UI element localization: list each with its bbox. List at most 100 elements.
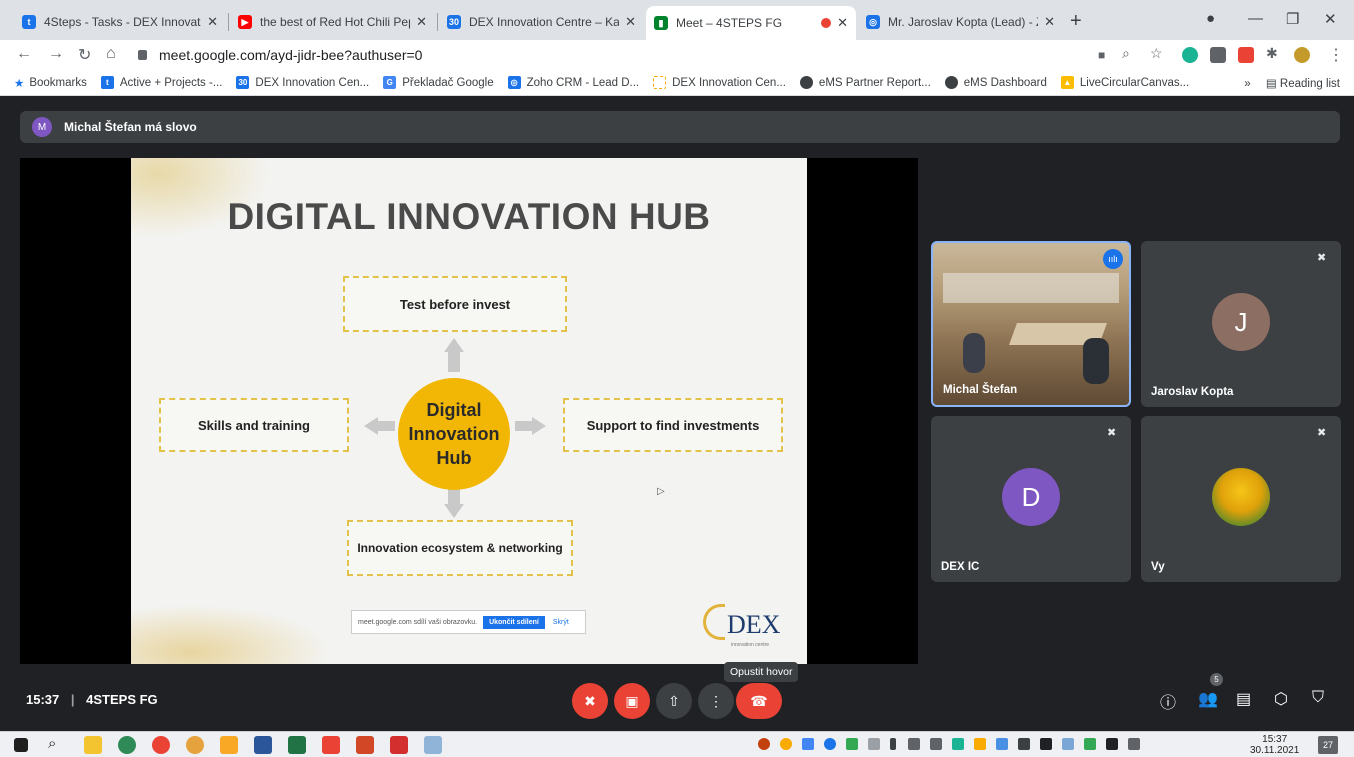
- present-button[interactable]: ⇧: [656, 683, 692, 719]
- tab-youtube[interactable]: ▶ the best of Red Hot Chili Peppers ✕: [230, 7, 435, 37]
- tray-icon[interactable]: [868, 738, 880, 750]
- camera-off-icon: ▣: [625, 692, 639, 709]
- mail-icon[interactable]: [1238, 47, 1254, 63]
- hide-button[interactable]: Skrýt: [553, 619, 569, 626]
- tab-4steps[interactable]: t 4Steps - Tasks - DEX Innovation C ✕: [14, 7, 226, 37]
- menu-icon[interactable]: ⋮: [1328, 45, 1344, 65]
- people-icon[interactable]: 👥: [1198, 689, 1218, 709]
- meet-main: M Michal Štefan má slovo DIGITAL INNOVAT…: [0, 97, 1354, 731]
- maximize-button[interactable]: ❐: [1286, 10, 1299, 28]
- zoom-icon[interactable]: ⌕: [1122, 45, 1130, 62]
- close-icon[interactable]: ✕: [207, 14, 218, 30]
- back-icon[interactable]: ←: [16, 45, 32, 63]
- t-favicon: t: [100, 76, 114, 89]
- battery-icon[interactable]: [1106, 738, 1118, 750]
- chat-icon[interactable]: ▤: [1236, 689, 1251, 709]
- camera-toggle-button[interactable]: ▣: [614, 683, 650, 719]
- acrobat-icon[interactable]: [390, 736, 408, 754]
- mic-off-icon: ✖: [1317, 427, 1327, 439]
- participant-tile[interactable]: ıılı Michal Štefan: [931, 241, 1131, 407]
- close-window-button[interactable]: ✕: [1324, 10, 1337, 28]
- wifi-icon[interactable]: [1128, 738, 1140, 750]
- lock-icon: [138, 50, 147, 60]
- reading-list-button[interactable]: » ▤ Reading list: [1244, 76, 1340, 90]
- mic-toggle-button[interactable]: ✖: [572, 683, 608, 719]
- app-icon[interactable]: [424, 736, 442, 754]
- participant-tile[interactable]: ✖ D DEX IC: [931, 416, 1131, 582]
- bookmark-item[interactable]: eMS Partner Report...: [799, 76, 931, 89]
- loading-favicon: [653, 76, 667, 89]
- bookmark-item[interactable]: ▲ LiveCircularCanvas...: [1060, 76, 1189, 89]
- avatar[interactable]: [1294, 47, 1310, 63]
- camera-icon[interactable]: ■: [1098, 48, 1105, 62]
- participant-tile[interactable]: ✖ Vy: [1141, 416, 1341, 582]
- search-icon[interactable]: ⌕: [48, 735, 56, 752]
- profile-icon[interactable]: ●: [1206, 10, 1215, 27]
- tray-icon[interactable]: [1018, 738, 1030, 750]
- bookmark-item[interactable]: t Active + Projects -...: [100, 76, 222, 89]
- edge-icon[interactable]: [118, 736, 136, 754]
- mic-off-icon: ✖: [1107, 427, 1117, 439]
- bookmark-item[interactable]: G Překladač Google: [383, 76, 494, 89]
- taskbar-clock[interactable]: 15:37 30.11.2021: [1250, 734, 1299, 756]
- bluetooth-icon[interactable]: [824, 738, 836, 750]
- more-options-button[interactable]: ⋮: [698, 683, 734, 719]
- home-icon[interactable]: ⌂: [106, 45, 116, 63]
- avatar: J: [1212, 293, 1270, 351]
- grammarly-icon[interactable]: [1182, 47, 1198, 63]
- app-icon[interactable]: [220, 736, 238, 754]
- drive-icon[interactable]: [802, 738, 814, 750]
- tray-icon[interactable]: [1040, 738, 1052, 750]
- tray-icon[interactable]: [1062, 738, 1074, 750]
- tab-calendar[interactable]: 30 DEX Innovation Centre – Kalendář ✕: [439, 7, 644, 37]
- chrome-icon[interactable]: [152, 736, 170, 754]
- word-icon[interactable]: [254, 736, 272, 754]
- leave-call-button[interactable]: ☎: [736, 683, 782, 719]
- close-icon[interactable]: ✕: [837, 15, 848, 31]
- calendar-favicon: 30: [447, 15, 461, 29]
- bookmark-item[interactable]: DEX Innovation Cen...: [653, 76, 786, 89]
- activities-icon[interactable]: ⬡: [1274, 689, 1288, 709]
- participant-tile[interactable]: ✖ J Jaroslav Kopta: [1141, 241, 1341, 407]
- youtube-favicon: ▶: [238, 15, 252, 29]
- bookmark-item[interactable]: 30 DEX Innovation Cen...: [236, 76, 369, 89]
- network-icon[interactable]: [908, 738, 920, 750]
- stop-sharing-button[interactable]: Ukončit sdílení: [483, 615, 545, 629]
- info-icon[interactable]: ⓘ: [1160, 689, 1176, 713]
- tray-icon[interactable]: [996, 738, 1008, 750]
- close-icon[interactable]: ✕: [625, 14, 636, 30]
- powerpoint-icon[interactable]: [356, 736, 374, 754]
- reload-icon[interactable]: ↻: [78, 45, 91, 65]
- tray-icon[interactable]: [890, 738, 896, 750]
- tray-icon[interactable]: [780, 738, 792, 750]
- tray-icon[interactable]: [758, 738, 770, 750]
- tray-icon[interactable]: [952, 738, 964, 750]
- excel-icon[interactable]: [288, 736, 306, 754]
- forward-icon[interactable]: →: [48, 45, 64, 63]
- notifications-icon[interactable]: 27: [1318, 736, 1338, 754]
- tab-meet[interactable]: ▮ Meet – 4STEPS FG ✕: [646, 6, 856, 40]
- app-icon[interactable]: [186, 736, 204, 754]
- close-icon[interactable]: ✕: [416, 14, 427, 30]
- extension-icon[interactable]: [1210, 47, 1226, 63]
- tray-icon[interactable]: [1084, 738, 1096, 750]
- minimize-button[interactable]: —: [1248, 10, 1263, 27]
- file-explorer-icon[interactable]: [84, 736, 102, 754]
- close-icon[interactable]: ✕: [1044, 14, 1055, 30]
- avatar: D: [1002, 468, 1060, 526]
- puzzle-icon[interactable]: ✱: [1266, 45, 1278, 62]
- tray-icon[interactable]: [974, 738, 986, 750]
- host-controls-icon[interactable]: ⛉: [1312, 689, 1324, 707]
- bookmark-item[interactable]: ◎ Zoho CRM - Lead D...: [507, 76, 639, 89]
- new-tab-button[interactable]: +: [1070, 10, 1082, 33]
- tray-icon[interactable]: [846, 738, 858, 750]
- star-icon[interactable]: ☆: [1150, 45, 1163, 62]
- participants-count-badge: 5: [1210, 673, 1223, 686]
- volume-icon[interactable]: [930, 738, 942, 750]
- windows-start-icon[interactable]: [14, 738, 28, 752]
- bookmark-item[interactable]: ★ Bookmarks: [14, 76, 87, 90]
- tab-zoho[interactable]: ◎ Mr. Jaroslav Kopta (Lead) - Zoho ✕: [858, 7, 1063, 37]
- chrome-icon[interactable]: [322, 736, 340, 754]
- bookmark-item[interactable]: eMS Dashboard: [944, 76, 1047, 89]
- address-bar[interactable]: meet.google.com/ayd-jidr-bee?authuser=0: [138, 44, 1138, 66]
